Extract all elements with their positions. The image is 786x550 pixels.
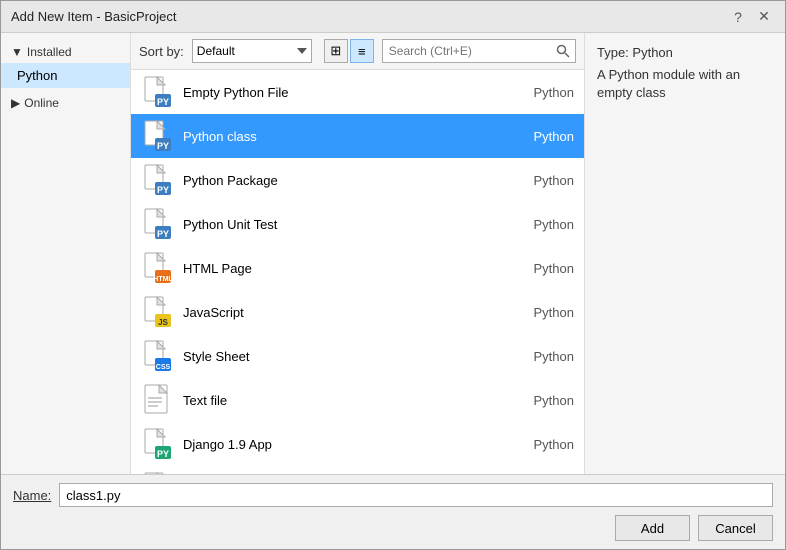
item-type: Python	[514, 85, 574, 100]
grid-view-button[interactable]: ⊞	[324, 39, 348, 63]
info-description: A Python module with an empty class	[597, 66, 773, 102]
help-button[interactable]: ?	[727, 6, 749, 28]
online-label: Online	[24, 96, 59, 110]
title-buttons: ? ✕	[727, 6, 775, 28]
item-type: Python	[514, 129, 574, 144]
item-type: Python	[514, 261, 574, 276]
info-type-row: Type: Python	[597, 45, 773, 60]
item-name: HTML Page	[183, 261, 504, 276]
html-page-icon: HTML	[141, 252, 173, 284]
info-type-value: Python	[632, 45, 672, 60]
svg-text:PY: PY	[157, 141, 169, 151]
item-name: Python class	[183, 129, 504, 144]
item-type: Python	[514, 349, 574, 364]
item-name: Python Unit Test	[183, 217, 504, 232]
title-bar: Add New Item - BasicProject ? ✕	[1, 1, 785, 33]
cancel-button[interactable]: Cancel	[698, 515, 773, 541]
sidebar-python-label: Python	[17, 68, 57, 83]
items-list: PY Empty Python File Python PY Python cla…	[131, 70, 584, 474]
django-app-icon: PY	[141, 428, 173, 460]
list-item[interactable]: PY Django 1.9 App Python	[131, 422, 584, 466]
list-item[interactable]: PY Python Unit Test Python	[131, 202, 584, 246]
sortby-label: Sort by:	[139, 44, 184, 59]
main-content: ▼ Installed Python ▶ Online Sort by: Def…	[1, 33, 785, 474]
svg-text:PY: PY	[157, 185, 169, 195]
python-unit-test-icon: PY	[141, 208, 173, 240]
item-name: Style Sheet	[183, 349, 504, 364]
list-item[interactable]: JS JavaScript Python	[131, 290, 584, 334]
items-panel: Sort by: Default Name Type ⊞ ≡	[131, 33, 585, 474]
search-button[interactable]	[551, 39, 575, 63]
svg-text:CSS: CSS	[156, 364, 171, 371]
item-type: Python	[514, 217, 574, 232]
name-input[interactable]	[59, 483, 773, 507]
online-arrow: ▶	[11, 96, 20, 110]
name-label: Name:	[13, 488, 51, 503]
action-row: Add Cancel	[13, 515, 773, 541]
name-row: Name:	[13, 483, 773, 507]
python-package-icon: PY	[141, 164, 173, 196]
window-title: Add New Item - BasicProject	[11, 9, 176, 24]
view-toggle: ⊞ ≡	[324, 39, 374, 63]
item-type: Python	[514, 393, 574, 408]
svg-text:JS: JS	[158, 318, 168, 327]
item-type: Python	[514, 173, 574, 188]
list-item[interactable]: Text file Python	[131, 378, 584, 422]
item-name: Python Package	[183, 173, 504, 188]
item-type: Python	[514, 305, 574, 320]
svg-text:PY: PY	[157, 449, 169, 459]
sortby-select[interactable]: Default Name Type	[192, 39, 312, 63]
list-item[interactable]: PY Empty Python File Python	[131, 70, 584, 114]
list-item[interactable]: PY IronPython WPF WindowPython	[131, 466, 584, 474]
add-button[interactable]: Add	[615, 515, 690, 541]
info-type-label: Type:	[597, 45, 632, 60]
item-name: Empty Python File	[183, 85, 504, 100]
search-icon	[556, 44, 570, 58]
installed-section[interactable]: ▼ Installed	[1, 41, 130, 63]
sidebar-item-python[interactable]: Python	[1, 63, 130, 88]
list-item[interactable]: CSS Style Sheet Python	[131, 334, 584, 378]
item-type: Python	[514, 437, 574, 452]
close-button[interactable]: ✕	[753, 6, 775, 28]
search-input[interactable]	[383, 40, 551, 62]
installed-arrow: ▼	[11, 45, 23, 59]
list-item[interactable]: HTML HTML Page Python	[131, 246, 584, 290]
list-item[interactable]: PY Python Package Python	[131, 158, 584, 202]
svg-text:PY: PY	[157, 229, 169, 239]
info-panel: Type: Python A Python module with an emp…	[585, 33, 785, 474]
svg-text:HTML: HTML	[153, 276, 171, 283]
online-section[interactable]: ▶ Online	[1, 92, 130, 114]
sidebar: ▼ Installed Python ▶ Online	[1, 33, 131, 474]
list-view-button[interactable]: ≡	[350, 39, 374, 63]
javascript-icon: JS	[141, 296, 173, 328]
dialog-window: Add New Item - BasicProject ? ✕ ▼ Instal…	[0, 0, 786, 550]
search-box	[382, 39, 576, 63]
item-name: Django 1.9 App	[183, 437, 504, 452]
empty-python-file-icon: PY	[141, 76, 173, 108]
text-file-icon	[141, 384, 173, 416]
svg-text:PY: PY	[157, 97, 169, 107]
item-name: JavaScript	[183, 305, 504, 320]
bottom-bar: Name: Add Cancel	[1, 474, 785, 549]
style-sheet-icon: CSS	[141, 340, 173, 372]
toolbar: Sort by: Default Name Type ⊞ ≡	[131, 33, 584, 70]
python-class-icon: PY	[141, 120, 173, 152]
item-name: Text file	[183, 393, 504, 408]
list-item[interactable]: PY Python class Python	[131, 114, 584, 158]
installed-label: Installed	[27, 45, 72, 59]
